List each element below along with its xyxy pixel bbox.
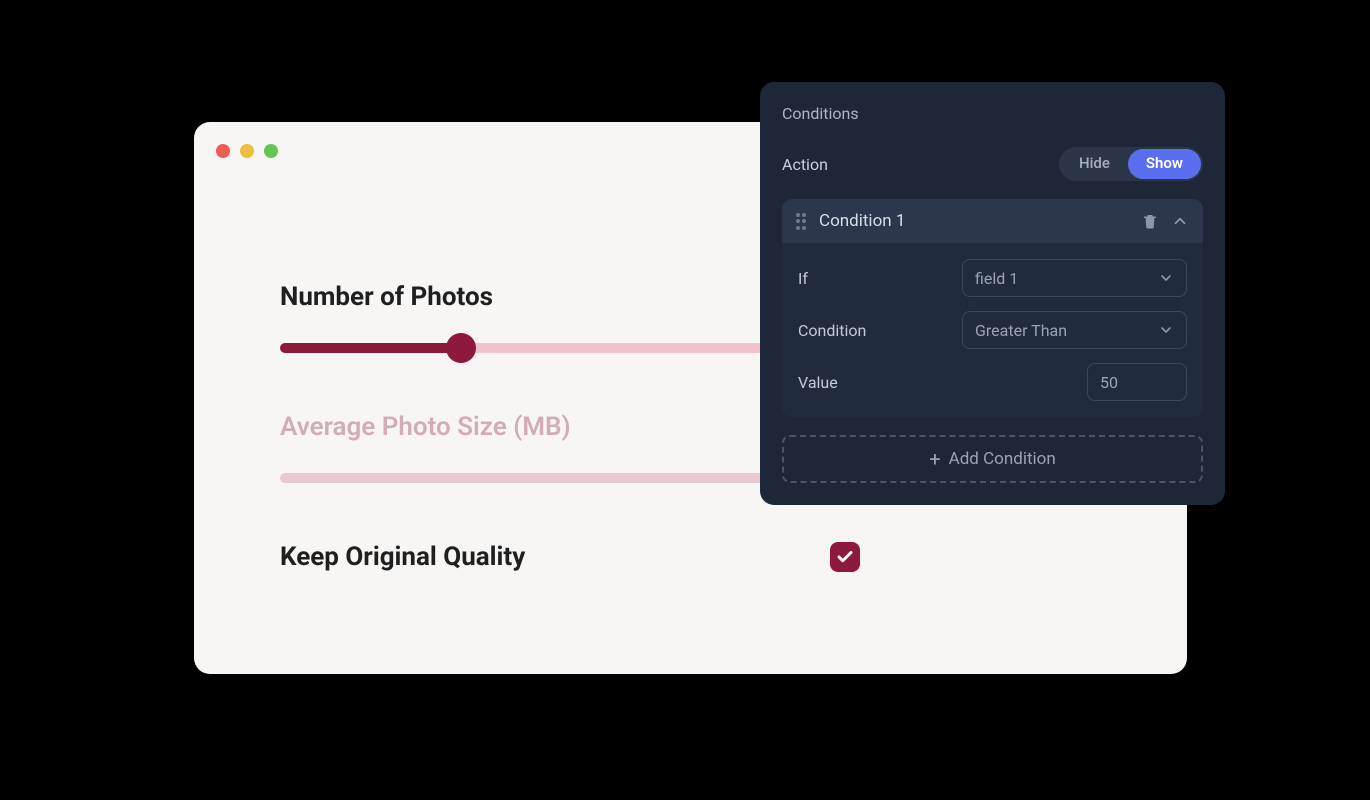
value-row: Value 50 <box>798 363 1187 401</box>
chevron-down-icon <box>1158 270 1174 286</box>
if-label: If <box>798 269 808 288</box>
quality-row: Keep Original Quality <box>280 542 860 572</box>
condition-header[interactable]: Condition 1 <box>782 199 1203 243</box>
action-toggle: Hide Show <box>1059 147 1203 181</box>
traffic-lights <box>216 144 278 158</box>
chevron-down-icon <box>1158 322 1174 338</box>
slider-fill <box>280 343 461 353</box>
action-row: Action Hide Show <box>782 147 1203 181</box>
condition-title: Condition 1 <box>819 211 1129 231</box>
value-input[interactable]: 50 <box>1087 363 1187 401</box>
condition-label: Condition <box>798 321 866 340</box>
conditions-panel: Conditions Action Hide Show Condition 1 … <box>760 82 1225 505</box>
collapse-condition-button[interactable] <box>1171 212 1189 230</box>
value-label: Value <box>798 373 838 392</box>
if-value: field 1 <box>975 269 1018 288</box>
minimize-window-button[interactable] <box>240 144 254 158</box>
close-window-button[interactable] <box>216 144 230 158</box>
condition-value: Greater Than <box>975 321 1067 340</box>
if-select[interactable]: field 1 <box>962 259 1187 297</box>
quality-checkbox[interactable] <box>830 542 860 572</box>
value-text: 50 <box>1100 373 1118 392</box>
condition-row: Condition Greater Than <box>798 311 1187 349</box>
if-row: If field 1 <box>798 259 1187 297</box>
delete-condition-button[interactable] <box>1141 212 1159 230</box>
maximize-window-button[interactable] <box>264 144 278 158</box>
add-condition-button[interactable]: + Add Condition <box>782 435 1203 483</box>
trash-icon <box>1141 212 1159 230</box>
quality-label: Keep Original Quality <box>280 542 525 572</box>
drag-handle-icon[interactable] <box>796 213 807 230</box>
add-condition-label: Add Condition <box>949 449 1056 469</box>
slider-thumb[interactable] <box>446 333 476 363</box>
panel-title: Conditions <box>782 104 1203 123</box>
check-icon <box>836 548 854 566</box>
condition-block: Condition 1 If field 1 Condition Greater… <box>782 199 1203 417</box>
condition-body: If field 1 Condition Greater Than Value … <box>782 243 1203 417</box>
action-label: Action <box>782 155 828 174</box>
plus-icon: + <box>929 447 940 471</box>
chevron-up-icon <box>1171 212 1189 230</box>
toggle-hide[interactable]: Hide <box>1061 149 1128 179</box>
toggle-show[interactable]: Show <box>1128 149 1201 179</box>
condition-select[interactable]: Greater Than <box>962 311 1187 349</box>
